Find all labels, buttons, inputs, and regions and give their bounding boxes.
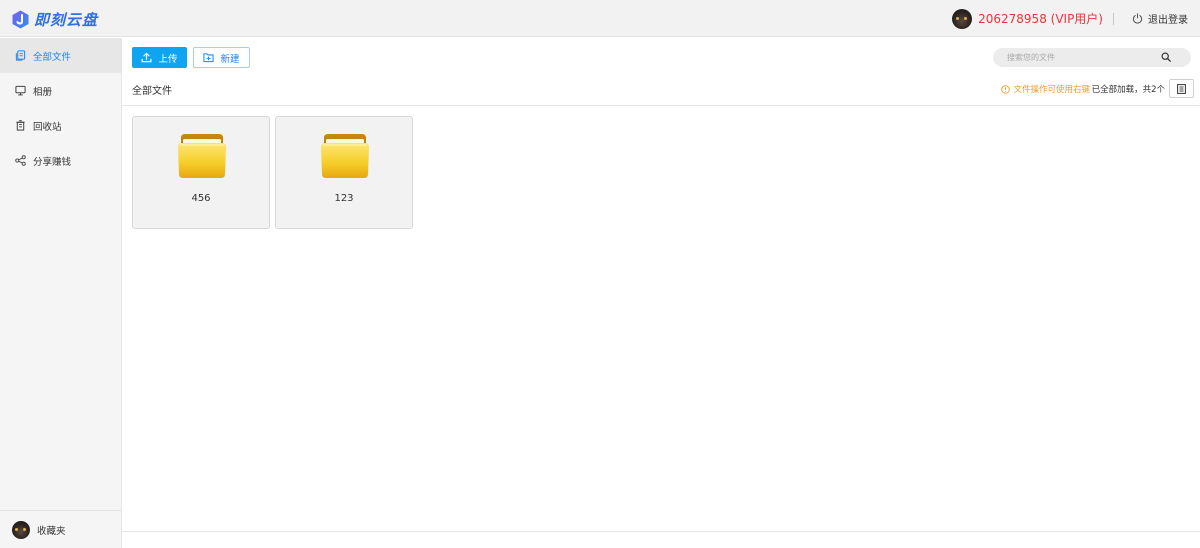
sidebar-item-label: 相册 — [33, 86, 53, 98]
info-icon — [1001, 84, 1011, 94]
user-area: 206278958 (VIP用户) 退出登录 — [952, 0, 1200, 37]
sidebar-item-all-files[interactable]: 全部文件 — [0, 38, 121, 73]
content-bottom-divider — [122, 531, 1200, 532]
upload-icon — [141, 52, 152, 63]
power-icon — [1132, 13, 1143, 24]
sidebar-item-share-earn[interactable]: 分享赚钱 — [0, 143, 121, 178]
sidebar-item-album[interactable]: 相册 — [0, 73, 121, 108]
folder-name: 123 — [334, 193, 354, 204]
logout-label: 退出登录 — [1148, 15, 1188, 26]
sidebar: 全部文件 相册 回收站 分享赚钱 收藏夹 — [0, 38, 122, 548]
top-header: 即刻云盘 206278958 (VIP用户) 退出登录 — [0, 0, 1200, 37]
sidebar-item-label: 分享赚钱 — [33, 156, 72, 168]
trash-icon — [15, 120, 26, 131]
favorites-avatar — [12, 520, 30, 539]
user-name[interactable]: 206278958 (VIP用户) — [978, 10, 1103, 27]
file-count: 已全部加载，共2个 — [1091, 85, 1165, 95]
sidebar-item-favorites[interactable]: 收藏夹 — [0, 510, 121, 548]
logo-mark-icon — [12, 10, 29, 28]
logo-text: 即刻云盘 — [34, 10, 99, 29]
list-view-icon — [1177, 83, 1186, 94]
sidebar-footer-label: 收藏夹 — [37, 525, 66, 537]
breadcrumb-bar: 全部文件 文件操作可使用右键 已全部加载，共2个 — [122, 76, 1200, 106]
search-icon[interactable] — [1161, 52, 1171, 62]
upload-button[interactable]: 上传 — [132, 47, 187, 68]
monitor-icon — [15, 85, 26, 96]
new-folder-button[interactable]: 新建 — [193, 47, 250, 68]
search-box — [993, 48, 1191, 67]
view-toggle-button[interactable] — [1169, 79, 1194, 98]
sidebar-item-label: 回收站 — [33, 121, 62, 133]
file-grid: 456 123 — [132, 116, 418, 229]
folder-item[interactable]: 456 — [132, 116, 270, 229]
tip-text: 文件操作可使用右键 — [1013, 85, 1090, 95]
folder-icon — [321, 134, 369, 178]
search-input[interactable] — [1007, 53, 1157, 62]
folder-icon — [178, 134, 226, 178]
upload-label: 上传 — [158, 53, 178, 65]
app-logo[interactable]: 即刻云盘 — [12, 8, 98, 30]
sidebar-item-label: 全部文件 — [33, 51, 72, 63]
folder-item[interactable]: 123 — [275, 116, 413, 229]
right-click-tip: 文件操作可使用右键 — [1001, 83, 1090, 95]
header-divider — [1113, 12, 1114, 25]
new-label: 新建 — [220, 53, 240, 65]
folder-name: 456 — [191, 193, 211, 204]
toolbar: 上传 新建 — [132, 47, 250, 68]
logout-button[interactable]: 退出登录 — [1132, 11, 1188, 26]
user-avatar[interactable] — [952, 8, 973, 29]
breadcrumb[interactable]: 全部文件 — [132, 82, 172, 97]
sidebar-item-recycle-bin[interactable]: 回收站 — [0, 108, 121, 143]
share-icon — [15, 155, 26, 166]
new-folder-icon — [203, 53, 215, 63]
files-icon — [15, 50, 26, 61]
